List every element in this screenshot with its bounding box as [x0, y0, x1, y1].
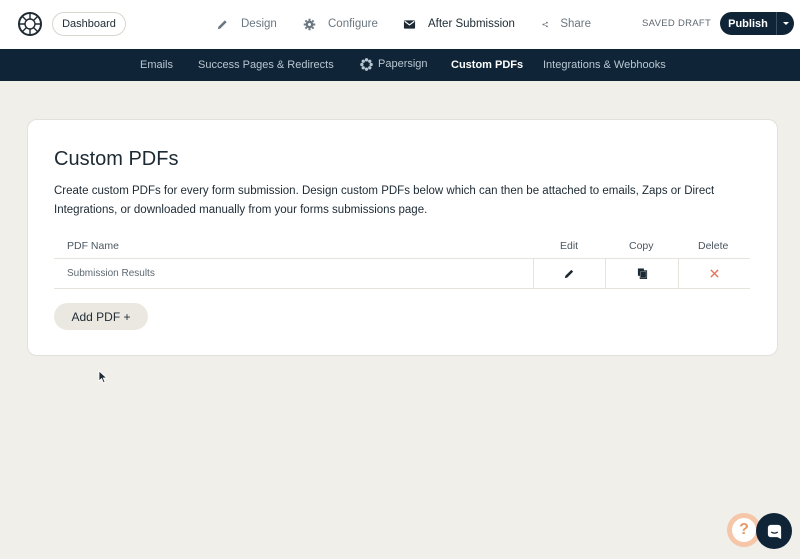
- nav-share-label: Share: [560, 18, 591, 30]
- edit-button[interactable]: [533, 259, 605, 288]
- page-description: Create custom PDFs for every form submis…: [54, 185, 715, 216]
- pdf-name[interactable]: Submission Results: [67, 268, 155, 279]
- publish-label: Publish: [728, 17, 768, 30]
- nav-share[interactable]: Share: [542, 12, 591, 36]
- cursor-icon: [98, 370, 108, 384]
- col-edit: Edit: [560, 240, 579, 252]
- nav-after-submission-label: After Submission: [428, 18, 515, 30]
- pencil-icon: [564, 269, 574, 279]
- col-pdf-name: PDF Name: [67, 240, 119, 252]
- subnav-papersign[interactable]: Papersign: [360, 48, 428, 80]
- table-header: PDF Name Edit Copy Delete: [54, 237, 750, 259]
- chat-icon: [767, 524, 781, 539]
- pencil-icon: [217, 19, 227, 29]
- publish-button[interactable]: Publish: [720, 12, 794, 35]
- add-pdf-button[interactable]: Add PDF +: [54, 303, 148, 330]
- custom-pdfs-card: Custom PDFs Create custom PDFs for every…: [27, 119, 778, 356]
- top-bar: Dashboard Design Configure After Submiss…: [0, 0, 800, 49]
- table-row: Submission Results: [54, 259, 750, 289]
- nav-configure-label: Configure: [328, 18, 378, 30]
- gear-icon: [303, 18, 316, 30]
- copy-button[interactable]: [605, 259, 678, 288]
- envelope-icon: [403, 19, 416, 29]
- save-status: SAVED DRAFT: [642, 18, 712, 29]
- close-icon: [710, 269, 719, 278]
- subnav-emails[interactable]: Emails: [140, 49, 173, 81]
- nav-configure[interactable]: Configure: [303, 12, 378, 36]
- nav-design-label: Design: [241, 18, 277, 30]
- delete-button[interactable]: [678, 259, 750, 288]
- question-icon: ?: [732, 518, 756, 542]
- sub-nav: Emails Success Pages & Redirects Papersi…: [0, 49, 800, 81]
- nav-after-submission[interactable]: After Submission: [403, 12, 515, 36]
- page-title: Custom PDFs: [54, 148, 179, 170]
- copy-icon: [637, 268, 647, 279]
- subnav-integrations[interactable]: Integrations & Webhooks: [543, 49, 666, 81]
- share-icon: [542, 21, 548, 27]
- chat-button[interactable]: [756, 513, 792, 549]
- dashboard-button[interactable]: Dashboard: [52, 12, 126, 36]
- subnav-papersign-label: Papersign: [378, 58, 428, 70]
- col-delete: Delete: [698, 240, 729, 252]
- logo-icon[interactable]: [17, 11, 43, 37]
- caret-down-icon: [782, 22, 789, 25]
- subnav-success-pages[interactable]: Success Pages & Redirects: [198, 49, 334, 81]
- col-copy: Copy: [629, 240, 654, 252]
- subnav-custom-pdfs[interactable]: Custom PDFs: [451, 49, 523, 81]
- publish-dropdown[interactable]: [777, 22, 794, 25]
- nav-design[interactable]: Design: [216, 12, 277, 36]
- papersign-icon: [360, 57, 373, 71]
